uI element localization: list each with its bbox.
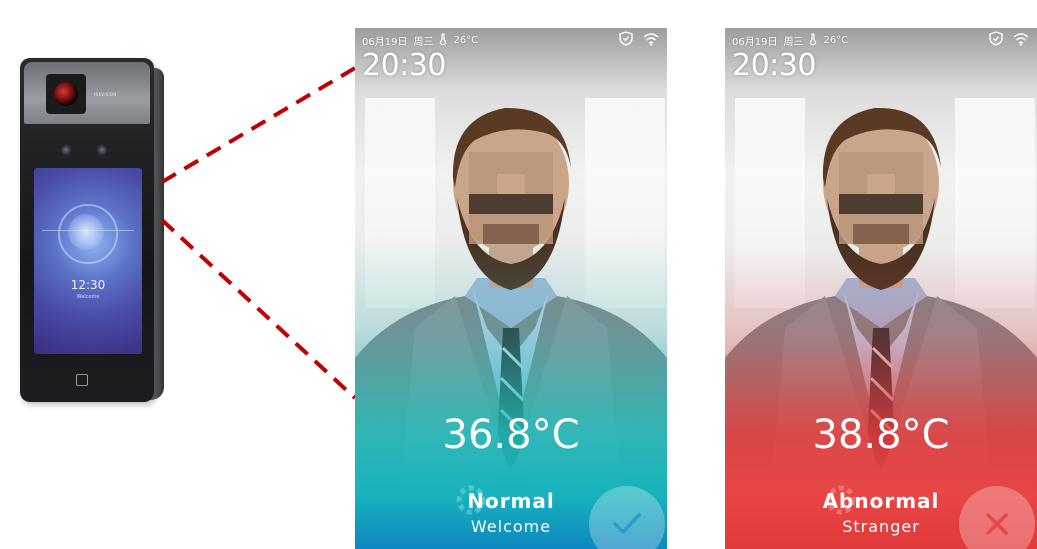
wifi-icon: [1013, 31, 1029, 50]
screen-abnormal: 06月19日 周三 26°C 20:30 38.8°C Abnormal Str…: [725, 28, 1037, 549]
screen-normal: 06月19日 周三 26°C 20:30 36.8°C Normal Welco…: [355, 28, 667, 549]
wifi-icon: [643, 31, 659, 50]
shield-icon: [619, 31, 633, 50]
camera-lens-icon: [54, 82, 78, 106]
status-icons: [619, 31, 659, 50]
terminal-screen: 12:30 Welcome: [34, 168, 142, 354]
status-weekday: 周三: [783, 36, 804, 48]
status-bar: 06月19日 周三 26°C: [732, 32, 849, 48]
terminal-camera-module: HIKVISION: [24, 62, 150, 124]
scan-line: [42, 230, 134, 231]
fingerprint-icon: [68, 214, 104, 250]
shield-icon: [989, 31, 1003, 50]
sensor-left-icon: [60, 144, 72, 156]
terminal-brand-label: HIKVISION: [94, 92, 117, 97]
temperature-reading: 38.8°C: [812, 412, 950, 458]
thermometer-icon: [439, 32, 447, 48]
terminal-screen-subtext: Welcome: [76, 294, 100, 300]
status-icons: [989, 31, 1029, 50]
status-weekday: 周三: [413, 36, 434, 48]
thermometer-icon: [809, 32, 817, 48]
status-date: 06月19日: [732, 36, 778, 48]
status-weather: 26°C: [453, 34, 479, 46]
home-button-icon[interactable]: [76, 374, 88, 386]
clock: 20:30: [732, 48, 816, 83]
temperature-reading: 36.8°C: [442, 412, 580, 458]
callout-line-bottom: [160, 218, 357, 400]
status-bar: 06月19日 周三 26°C: [362, 32, 479, 48]
status-date: 06月19日: [362, 36, 408, 48]
status-weather: 26°C: [823, 34, 849, 46]
thermal-camera: [46, 74, 86, 114]
status-overlay-normal: [355, 28, 667, 549]
terminal-screen-time: 12:30: [70, 278, 106, 292]
status-overlay-abnormal: [725, 28, 1037, 549]
clock: 20:30: [362, 48, 446, 83]
sensor-right-icon: [96, 144, 108, 156]
callout-line-top: [160, 66, 357, 184]
terminal-body: HIKVISION 12:30 Welcome: [20, 58, 154, 402]
face-recognition-terminal: HIKVISION 12:30 Welcome: [20, 58, 166, 406]
